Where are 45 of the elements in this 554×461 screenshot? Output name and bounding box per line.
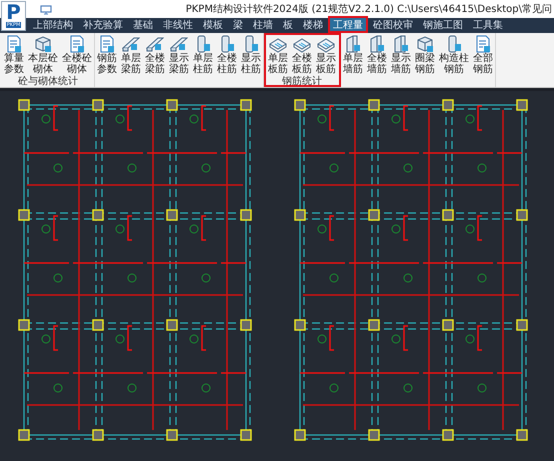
menu-tab[interactable]: 上部结构	[28, 16, 78, 33]
window-title: PKPM结构设计软件2024版 (21规范V2.2.1.0) C:\Users\46415\Desktop\常见问	[186, 2, 553, 16]
beam-icon	[170, 35, 188, 53]
beam-icon	[146, 35, 164, 53]
ribbon-button[interactable]: 单层梁筋	[119, 35, 143, 76]
logo-letter: P	[6, 2, 21, 22]
ribbon-button[interactable]: 圈梁钢筋	[413, 35, 437, 76]
ribbon-button[interactable]: 显示柱筋	[239, 35, 263, 76]
menu-tab[interactable]: 工程量	[328, 16, 368, 33]
group-label: 钢筋统计	[282, 76, 322, 87]
ribbon-button[interactable]: 单层柱筋	[191, 35, 215, 76]
menu-tab[interactable]: 柱墙	[248, 16, 278, 33]
ribbon-button[interactable]: 全楼墙筋	[365, 35, 389, 76]
ribbon-button[interactable]: 构造柱钢筋	[437, 35, 471, 76]
ribbon-button[interactable]: 显示板筋	[314, 35, 338, 76]
ribbon-button[interactable]: 全楼梁筋	[143, 35, 167, 76]
ribbon-button[interactable]: 全楼柱筋	[215, 35, 239, 76]
cube-icon	[416, 35, 434, 53]
menu-tab[interactable]: 工具集	[468, 16, 508, 33]
wall-icon	[344, 35, 362, 53]
menu-tab[interactable]: 补充验算	[78, 16, 128, 33]
ribbon-button[interactable]: 显示梁筋	[167, 35, 191, 76]
ribbon-button[interactable]: 单层墙筋	[341, 35, 365, 76]
menu-tab[interactable]: 钢施工图	[418, 16, 468, 33]
menu-tab[interactable]: 板	[278, 16, 298, 33]
ribbon-button[interactable]: 全楼砼砌体	[60, 35, 94, 76]
monitor-icon[interactable]	[40, 4, 52, 14]
wall-icon	[368, 35, 386, 53]
ribbon-button[interactable]: 算量参数	[2, 35, 26, 76]
ribbon-button[interactable]: 全楼板筋	[290, 35, 314, 76]
ribbon-button[interactable]: 显示墙筋	[389, 35, 413, 76]
wall-icon	[392, 35, 410, 53]
menu-tab[interactable]: 梁	[228, 16, 248, 33]
ribbon-button[interactable]: 全部钢筋	[471, 35, 495, 76]
ribbon-button[interactable]: 本层砼砌体	[26, 35, 60, 76]
menu-tab[interactable]: 砼图校审	[368, 16, 418, 33]
ribbon-button[interactable]: 钢筋参数	[95, 35, 119, 76]
menu-tab[interactable]: 非线性	[158, 16, 198, 33]
ribbon-button[interactable]: 单层板筋	[266, 35, 290, 76]
beam-icon	[122, 35, 140, 53]
menu-tab[interactable]: 楼梯	[298, 16, 328, 33]
group-label: 砼与砌体统计	[18, 76, 78, 87]
menu-tab[interactable]: 模板	[198, 16, 228, 33]
menu-tab[interactable]: 基础	[128, 16, 158, 33]
cube-icon	[34, 35, 52, 53]
